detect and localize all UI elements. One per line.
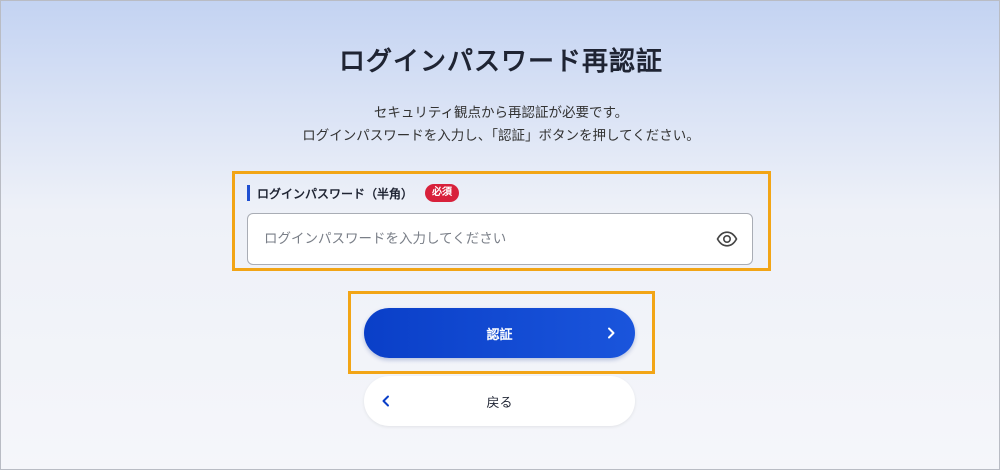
back-button[interactable]: 戻る bbox=[364, 376, 635, 426]
password-field-label: ログインパスワード（半角） 必須 bbox=[247, 184, 460, 202]
required-badge: 必須 bbox=[425, 184, 460, 202]
description-line-2: ログインパスワードを入力し、「認証」ボタンを押してください。 bbox=[302, 128, 700, 144]
eye-icon[interactable] bbox=[716, 228, 738, 250]
password-input[interactable] bbox=[264, 231, 716, 247]
page-description: セキュリティ観点から再認証が必要です。 ログインパスワードを入力し、「認証」ボタ… bbox=[1, 102, 1000, 148]
page-title: ログインパスワード再認証 bbox=[338, 47, 663, 77]
auth-button[interactable]: 認証 bbox=[364, 308, 635, 358]
auth-button-label: 認証 bbox=[486, 327, 513, 343]
back-button-label: 戻る bbox=[486, 395, 513, 411]
chevron-right-icon bbox=[607, 308, 615, 358]
password-label-text: ログインパスワード（半角） bbox=[257, 186, 414, 201]
chevron-left-icon bbox=[382, 376, 390, 426]
password-input-wrapper bbox=[247, 213, 753, 265]
label-accent-bar bbox=[247, 185, 250, 201]
description-line-1: セキュリティ観点から再認証が必要です。 bbox=[373, 105, 629, 121]
